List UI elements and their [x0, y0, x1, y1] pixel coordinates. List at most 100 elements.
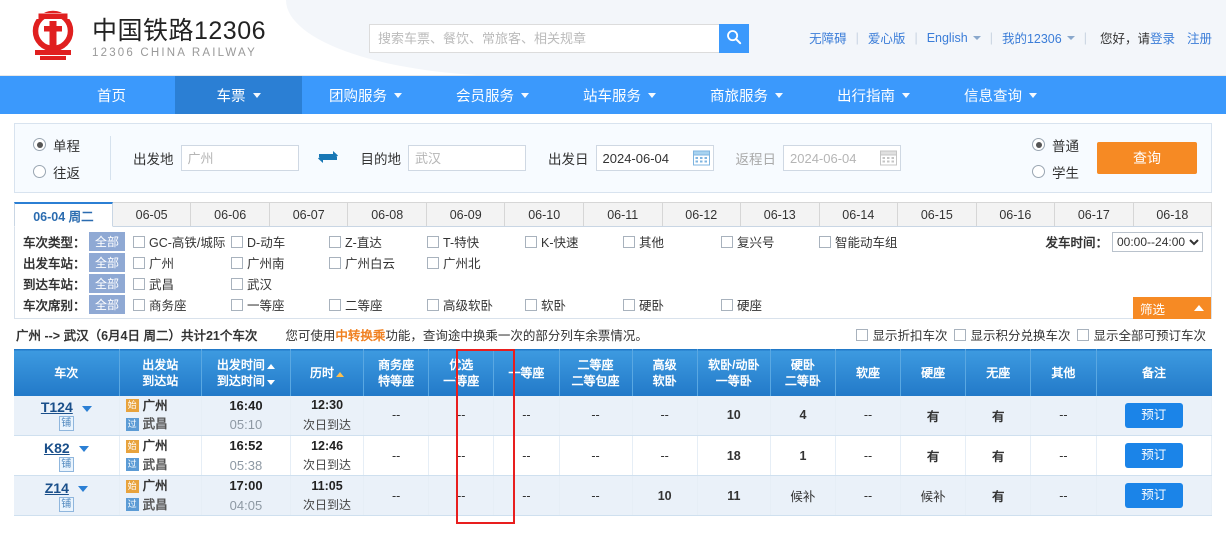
checkbox-t[interactable]: T-特快 — [427, 232, 521, 251]
link-english[interactable]: English — [927, 31, 968, 45]
date-tab-0613[interactable]: 06-13 — [741, 202, 820, 226]
radio-round-trip[interactable]: 往返 — [33, 162, 110, 182]
filter-all-badge[interactable]: 全部 — [89, 253, 126, 272]
date-tab-0615[interactable]: 06-15 — [898, 202, 977, 226]
checkbox-wuchang[interactable]: 武昌 — [133, 274, 227, 293]
checkbox-wuhan[interactable]: 武汉 — [231, 274, 325, 293]
tip-before: 您可使用 — [285, 329, 336, 343]
checkbox-show-discount-trains[interactable]: 显示折扣车次 — [856, 325, 947, 344]
train-number-link[interactable]: Z14 — [45, 480, 69, 496]
nav-item-travel-guide[interactable]: 出行指南 — [810, 76, 937, 114]
book-button[interactable]: 预订 — [1124, 483, 1183, 508]
date-tab-0617[interactable]: 06-17 — [1055, 202, 1134, 226]
chevron-down-icon[interactable] — [77, 486, 88, 493]
col-label-2: 一等座 — [443, 373, 480, 388]
radio-normal-passenger[interactable]: 普通 — [1032, 135, 1079, 155]
checkbox-gc[interactable]: GC-高铁/城际 — [133, 232, 227, 251]
search-box[interactable] — [369, 24, 724, 53]
checkbox-guangzhou-south[interactable]: 广州南 — [231, 253, 325, 272]
sort-descending-icon[interactable] — [266, 379, 275, 385]
col-other: 其他 — [1030, 349, 1097, 396]
filter-all-badge[interactable]: 全部 — [89, 295, 126, 314]
checkbox-show-all-bookable[interactable]: 显示全部可预订车次 — [1077, 325, 1206, 344]
checkbox-hard-seat[interactable]: 硬座 — [721, 295, 815, 314]
checkbox-guangzhou-north[interactable]: 广州北 — [427, 253, 521, 272]
filter-all-badge[interactable]: 全部 — [89, 274, 126, 293]
nav-item-station-service[interactable]: 站车服务 — [556, 76, 683, 114]
nav-item-business-travel[interactable]: 商旅服务 — [683, 76, 810, 114]
calendar-icon[interactable] — [880, 149, 897, 166]
search-button[interactable] — [719, 24, 749, 53]
checkbox-smart-emu[interactable]: 智能动车组 — [819, 232, 898, 251]
nav-item-home[interactable]: 首页 — [48, 76, 175, 114]
book-button[interactable]: 预订 — [1124, 402, 1183, 428]
swap-stations-button[interactable] — [317, 149, 339, 168]
checkbox-z[interactable]: Z-直达 — [329, 232, 423, 251]
checkbox-premium-soft-sleeper[interactable]: 高级软卧 — [427, 295, 521, 314]
date-tab-0614[interactable]: 06-14 — [819, 202, 899, 226]
table-row[interactable]: K82 铺 始广州 过武昌 16:52 05:38 12:46 次日到达 -- … — [14, 435, 1212, 476]
transfer-link[interactable]: 中转换乘 — [335, 329, 385, 343]
date-tab-0618[interactable]: 06-18 — [1133, 202, 1213, 226]
checkbox-guangzhou[interactable]: 广州 — [133, 253, 227, 272]
col-times[interactable]: 出发时间 到达时间 — [201, 349, 292, 396]
train-number-link[interactable]: T124 — [41, 399, 73, 415]
col-duration[interactable]: 历时 — [290, 349, 365, 396]
radio-one-way[interactable]: 单程 — [33, 135, 110, 155]
site-logo[interactable]: 中国铁路12306 12306 CHINA RAILWAY — [24, 9, 266, 67]
book-button[interactable]: 预订 — [1124, 443, 1183, 468]
date-tab-0604[interactable]: 06-04 周二 — [14, 202, 113, 227]
date-tab-0606[interactable]: 06-06 — [191, 202, 270, 226]
search-input[interactable] — [370, 25, 723, 52]
checkbox-d[interactable]: D-动车 — [231, 232, 325, 251]
checkbox-business-seat[interactable]: 商务座 — [133, 295, 227, 314]
link-accessibility[interactable]: 无障碍 — [809, 28, 847, 47]
date-tab-0609[interactable]: 06-09 — [426, 202, 506, 226]
nav-item-info-query[interactable]: 信息查询 — [937, 76, 1064, 114]
chevron-down-icon[interactable] — [78, 446, 89, 453]
col-label: 历时 — [310, 365, 335, 380]
table-row[interactable]: Z14 铺 始广州 过武昌 17:00 04:05 11:05 次日到达 -- … — [14, 475, 1212, 516]
checkbox-show-points-trains[interactable]: 显示积分兑换车次 — [954, 325, 1070, 344]
checkbox-soft-sleeper[interactable]: 软卧 — [525, 295, 619, 314]
register-link[interactable]: 注册 — [1187, 28, 1212, 47]
date-tab-0612[interactable]: 06-12 — [662, 202, 742, 226]
link-my12306[interactable]: 我的12306 — [1002, 28, 1062, 47]
arrive-note: 次日到达 — [303, 457, 352, 472]
nav-item-tickets[interactable]: 车票 — [175, 76, 302, 114]
table-row[interactable]: T124 铺 始广州 过武昌 16:40 05:10 12:30 次日到达 --… — [14, 395, 1212, 436]
sleeper-badge: 铺 — [58, 496, 74, 512]
radio-student-passenger[interactable]: 学生 — [1032, 162, 1079, 182]
cell-first-seat: -- — [493, 395, 560, 436]
from-station-input[interactable] — [180, 145, 299, 171]
query-button[interactable]: 查询 — [1097, 142, 1197, 174]
date-tab-0605[interactable]: 06-05 — [112, 202, 192, 226]
checkbox-k[interactable]: K-快速 — [525, 232, 619, 251]
checkbox-other-type[interactable]: 其他 — [623, 232, 717, 251]
cell-times: 17:00 04:05 — [201, 475, 292, 516]
date-tab-0610[interactable]: 06-10 — [505, 202, 584, 226]
login-link[interactable]: 登录 — [1150, 32, 1175, 46]
checkbox-hard-sleeper[interactable]: 硬卧 — [623, 295, 717, 314]
link-care-version[interactable]: 爱心版 — [868, 28, 906, 47]
col-train-number[interactable]: 车次 — [14, 349, 120, 396]
chevron-down-icon[interactable] — [81, 405, 92, 412]
filter-all-badge[interactable]: 全部 — [89, 232, 126, 251]
to-station-input[interactable] — [408, 145, 526, 171]
date-tab-0611[interactable]: 06-11 — [583, 202, 663, 226]
checkbox-guangzhou-baiyun[interactable]: 广州白云 — [329, 253, 423, 272]
checkbox-second-seat[interactable]: 二等座 — [329, 295, 423, 314]
nav-item-group-service[interactable]: 团购服务 — [302, 76, 429, 114]
date-tab-0616[interactable]: 06-16 — [976, 202, 1056, 226]
calendar-icon[interactable] — [692, 149, 710, 166]
sort-ascending-icon[interactable] — [266, 363, 275, 369]
date-tab-0608[interactable]: 06-08 — [348, 202, 427, 226]
filter-submit-button[interactable]: 筛选 — [1133, 297, 1211, 319]
depart-time-select[interactable]: 00:00--24:00 — [1112, 231, 1203, 252]
date-tab-0607[interactable]: 06-07 — [269, 202, 349, 226]
checkbox-first-seat[interactable]: 一等座 — [231, 295, 325, 314]
nav-item-member-service[interactable]: 会员服务 — [429, 76, 556, 114]
sort-ascending-icon[interactable] — [336, 371, 345, 377]
train-number-link[interactable]: K82 — [44, 440, 70, 456]
checkbox-fuxing[interactable]: 复兴号 — [721, 232, 815, 251]
